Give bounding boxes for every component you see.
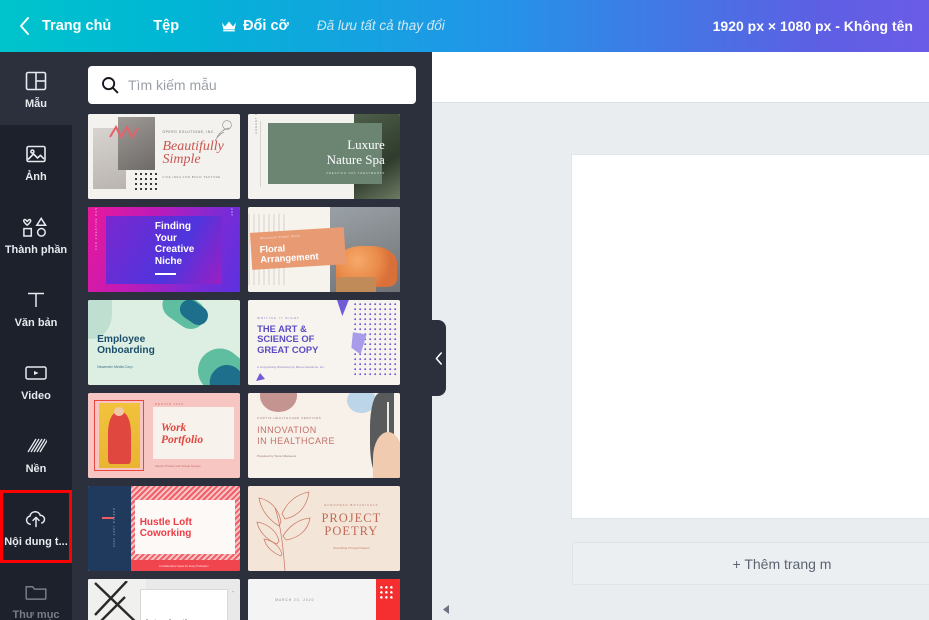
sidebar-item-uploads[interactable]: Nội dung t...	[0, 490, 72, 563]
template-title: BeautifullySimple	[162, 140, 223, 167]
template-card[interactable]: Introduction "	[88, 579, 240, 620]
template-side-text: AUGUST 18 2020	[254, 114, 258, 134]
sidebar-item-photos[interactable]: Ảnh	[0, 125, 72, 198]
template-caption: FIVE IDEA FOR BOLD TEXTURE	[162, 175, 220, 179]
template-card[interactable]: Wisconsin Flower Shop FloralArrangement	[248, 207, 400, 292]
template-card[interactable]: WRITING IT RIGHT THE ART &SCIENCE OFGREA…	[248, 300, 400, 385]
horizontal-scrollbar[interactable]	[432, 598, 929, 620]
template-layout-icon	[23, 68, 49, 94]
file-menu-button[interactable]: Tệp	[153, 19, 179, 34]
crown-icon	[221, 20, 237, 32]
template-title: WorkPortfolio	[161, 422, 203, 446]
sidebar-label-uploads: Nội dung t...	[4, 537, 68, 548]
template-caption: Interior Private and Simple Design	[155, 464, 201, 468]
back-chevron-icon[interactable]	[17, 16, 31, 36]
template-grid[interactable]: OPERO SOLUTIONS, INC. BeautifullySimple …	[72, 114, 432, 620]
sidebar-label-photos: Ảnh	[25, 172, 46, 183]
template-eyebrow: EUROPEAN BOTANICALS	[312, 503, 391, 507]
image-icon	[23, 141, 49, 167]
template-title: FloralArrangement	[260, 241, 320, 265]
home-menu-button[interactable]: Trang chủ	[42, 19, 111, 34]
add-page-button[interactable]: + Thêm trang m	[572, 542, 929, 585]
resize-label: Đổi cỡ	[243, 19, 289, 34]
video-play-icon	[23, 360, 49, 386]
template-caption: Newmotiv Media Corp.	[97, 365, 133, 369]
template-card[interactable]: EmployeeOnboarding Newmotiv Media Corp.	[88, 300, 240, 385]
sidebar-item-elements[interactable]: Thành phần	[0, 198, 72, 271]
search-input[interactable]	[128, 77, 404, 93]
sidebar-label-background: Nền	[26, 464, 47, 475]
template-caption: Prepared by Tonia Villanueva	[257, 454, 296, 458]
document-title[interactable]: 1920 px × 1080 px - Không tên	[713, 18, 913, 34]
template-title: THE ART &SCIENCE OFGREAT COPY	[257, 324, 318, 356]
template-title: PROJECTPOETRY	[312, 512, 391, 539]
template-title: LuxureNature Spa	[297, 138, 385, 168]
sidebar-item-folders[interactable]: Thư mục	[0, 563, 72, 620]
template-card[interactable]: Hustle LoftCoworking A Collaborative Spa…	[88, 486, 240, 571]
canvas-toolbar	[432, 52, 929, 103]
canvas-area: + Thêm trang m	[432, 52, 929, 620]
template-caption: CREATING SPA TREATMENTS	[309, 171, 385, 175]
template-eyebrow: MARCH 20, 2020	[275, 598, 314, 602]
sidebar-item-templates[interactable]: Mẫu	[0, 52, 72, 125]
template-card[interactable]: DESIGN 2020 WorkPortfolio Interior Priva…	[88, 393, 240, 478]
design-page-canvas[interactable]	[572, 155, 929, 518]
sidebar-item-background[interactable]: Nền	[0, 417, 72, 490]
search-icon	[100, 75, 120, 95]
sidebar-label-video: Video	[21, 391, 51, 402]
text-t-icon	[23, 287, 49, 313]
canva-editor-window: Trang chủ Tệp Đổi cỡ Đã lưu tất cả thay …	[0, 0, 929, 620]
template-eyebrow: OPERO SOLUTIONS, INC.	[162, 130, 215, 134]
template-eyebrow: CURTIS HEALTHCARE SERVICES	[257, 416, 321, 420]
search-box[interactable]	[88, 66, 416, 104]
top-header-bar: Trang chủ Tệp Đổi cỡ Đã lưu tất cả thay …	[0, 0, 929, 52]
template-title: Hustle LoftCoworking	[140, 517, 231, 539]
template-caption: A Copywriting Workshop by Benso Solution…	[257, 365, 325, 369]
save-status-text: Đã lưu tất cả thay đổi	[317, 19, 445, 33]
sidebar-item-text[interactable]: Văn bản	[0, 271, 72, 344]
sidebar-label-text: Văn bản	[15, 318, 58, 329]
resize-menu-button[interactable]: Đổi cỡ	[221, 19, 289, 34]
template-card[interactable]: CURTIS HEALTHCARE SERVICES INNOVATIONIN …	[248, 393, 400, 478]
triangle-left-icon[interactable]	[440, 603, 453, 616]
shapes-icon	[23, 214, 49, 240]
left-tool-rail: Mẫu Ảnh Thành phần	[0, 52, 72, 620]
upload-cloud-icon	[23, 506, 49, 532]
template-eyebrow: WRITING IT RIGHT	[257, 316, 300, 320]
template-caption: A Collaborative Space for Every Professi…	[140, 565, 228, 568]
folder-icon	[23, 579, 49, 605]
template-card[interactable]: AUGUST 18 2020 LuxureNature Spa CREATING…	[248, 114, 400, 199]
chevron-left-icon	[435, 352, 443, 365]
template-title: EmployeeOnboarding	[97, 334, 155, 357]
template-eyebrow: DESIGN 2020	[155, 402, 184, 406]
template-caption: Something Through Flowers	[312, 546, 391, 550]
sidebar-item-video[interactable]: Video	[0, 344, 72, 417]
templates-panel: OPERO SOLUTIONS, INC. BeautifullySimple …	[72, 52, 432, 620]
panel-collapse-button[interactable]	[424, 320, 446, 396]
template-card[interactable]: FindingYourCreativeNiche FOR CREATIVE BU…	[88, 207, 240, 292]
template-title: FindingYourCreativeNiche	[155, 221, 194, 267]
template-card[interactable]: OPERO SOLUTIONS, INC. BeautifullySimple …	[88, 114, 240, 199]
sidebar-label-elements: Thành phần	[5, 245, 67, 256]
add-page-label: + Thêm trang m	[733, 556, 832, 572]
search-container	[72, 52, 432, 114]
template-card[interactable]: MARCH 20, 2020	[248, 579, 400, 620]
template-card[interactable]: EUROPEAN BOTANICALS PROJECTPOETRY Someth…	[248, 486, 400, 571]
sidebar-label-folders: Thư mục	[12, 610, 59, 620]
background-hatch-icon	[23, 433, 49, 459]
template-title: INNOVATIONIN HEALTHCARE	[257, 425, 335, 447]
sidebar-label-templates: Mẫu	[25, 99, 47, 110]
